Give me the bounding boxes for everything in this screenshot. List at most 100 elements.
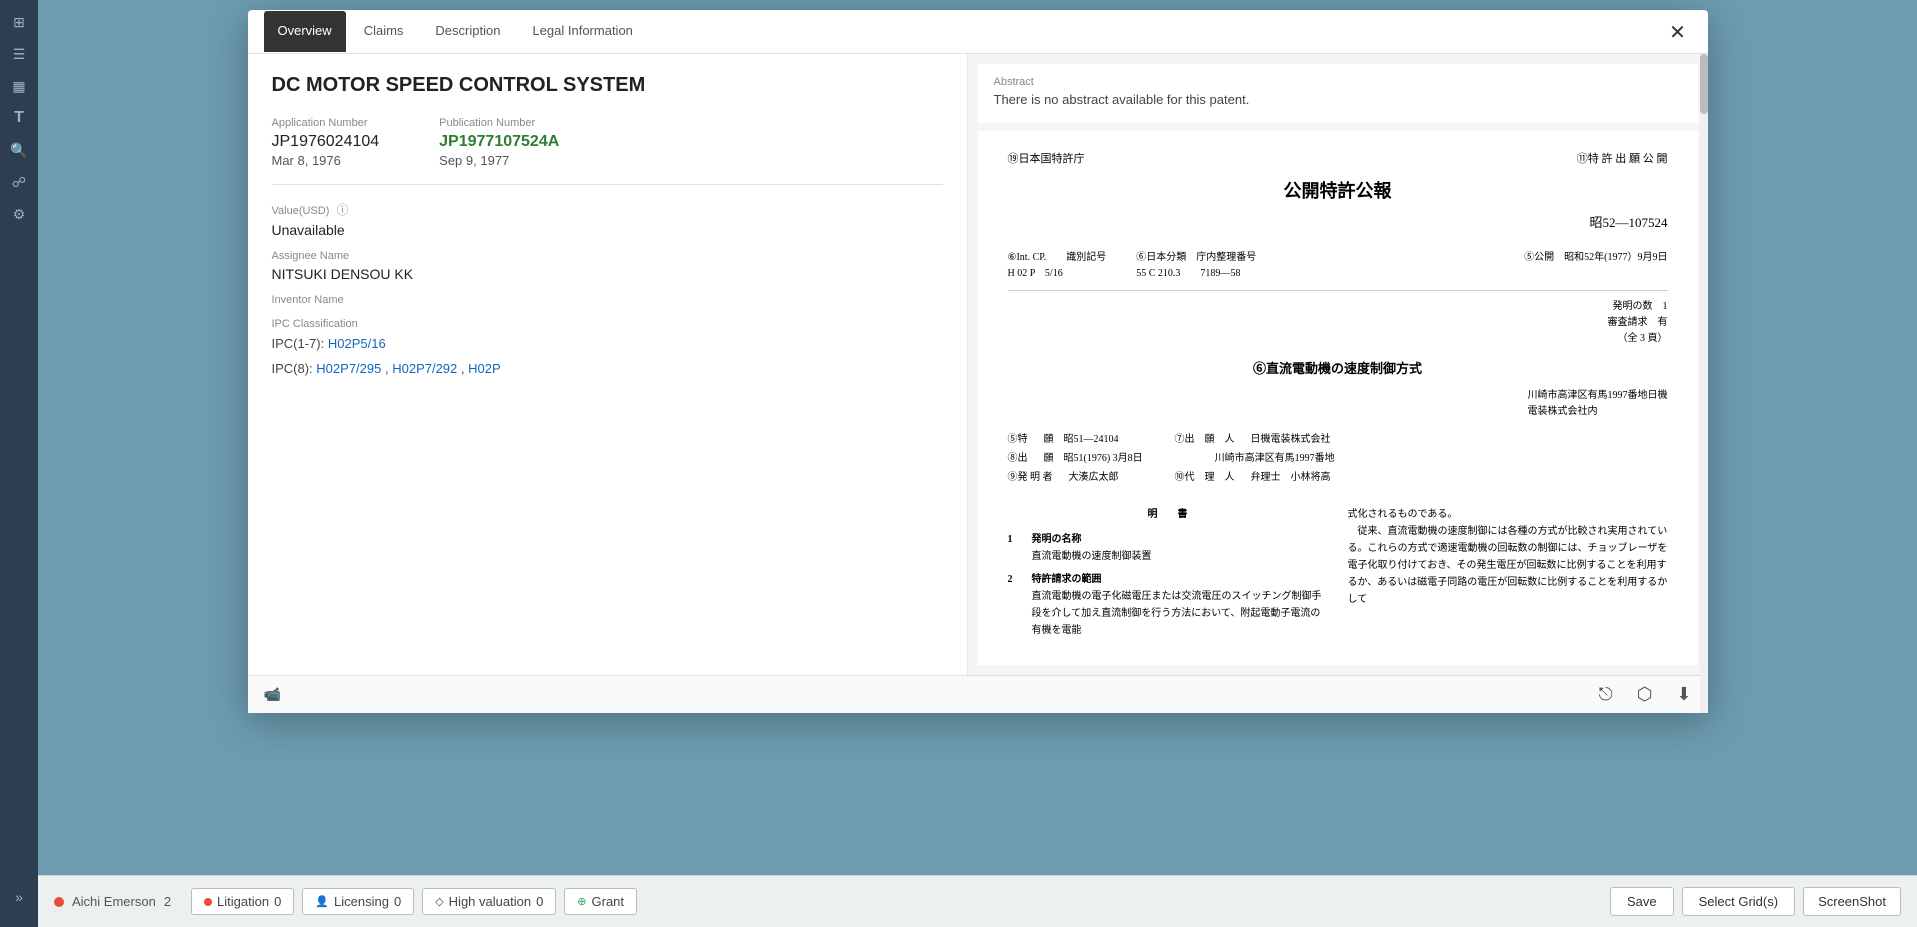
ipc8-label: IPC(8): <box>272 361 313 376</box>
inventor-field: Inventor Name <box>272 294 943 306</box>
assignee-indicator: Aichi Emerson 2 <box>54 894 171 909</box>
ipc8-link-2[interactable]: H02P7/292 <box>392 361 457 376</box>
litigation-count: 0 <box>274 894 281 909</box>
grant-tag[interactable]: ⊕ Grant <box>564 888 637 915</box>
doc-table-row-3: ⑨発 明 者大湊広太郎 ⑩代 理 人弁理士 小林将高 <box>1008 470 1668 486</box>
ipc8-link-1[interactable]: H02P7/295 <box>316 361 381 376</box>
doc-item-2: 2 特許請求の範囲 直流電動機の電子化磁電圧または交流電圧のスイッチング制御手段… <box>1008 571 1328 639</box>
scrollbar-thumb[interactable] <box>1700 54 1708 114</box>
doc-item-1: 1 発明の名称 直流電動機の速度制御装置 <box>1008 531 1328 565</box>
doc-table-row-1: ⑤特願 昭51—24104 ⑦出 願 人日機電装株式会社 <box>1008 432 1668 448</box>
list-icon[interactable]: ☰ <box>4 40 34 68</box>
grant-label: Grant <box>592 894 625 909</box>
ipc8-row: IPC(8): H02P7/295 , H02P7/292 , H02P <box>272 359 943 380</box>
assignee-label: Assignee Name <box>272 250 943 262</box>
publication-date: Sep 9, 1977 <box>439 153 559 168</box>
tab-description[interactable]: Description <box>421 11 514 52</box>
licensing-label: Licensing <box>334 894 389 909</box>
high-valuation-count: 0 <box>536 894 543 909</box>
publication-number-value[interactable]: JP1977107524A <box>439 133 559 151</box>
doc-header-left: ⑲日本国特許庁 <box>1008 151 1085 169</box>
bottom-right-buttons: Save Select Grid(s) ScreenShot <box>1610 887 1901 916</box>
more-icon[interactable]: » <box>4 883 34 911</box>
assignee-name: Aichi Emerson <box>72 894 156 909</box>
info-icon[interactable]: ⓘ <box>336 203 348 217</box>
assignee-dot <box>54 897 64 907</box>
application-number-value: JP1976024104 <box>272 133 380 151</box>
fields-row-numbers: Application Number JP1976024104 Mar 8, 1… <box>272 117 943 168</box>
doc-address: 川崎市高津区有馬1997番地日機 電装株式会社内 <box>1528 388 1668 420</box>
assignee-value: NITSUKI DENSOU KK <box>272 266 943 282</box>
patent-document: ⑲日本国特許庁 ⑪特 許 出 願 公 開 公開特許公報 昭52—107524 ⑥… <box>978 131 1698 665</box>
high-valuation-label: High valuation <box>449 894 531 909</box>
doc-main-title: 公開特許公報 <box>1008 177 1668 206</box>
chart-icon[interactable]: ▦ <box>4 72 34 100</box>
litigation-label: Litigation <box>217 894 269 909</box>
modal-header: Overview Claims Description Legal Inform… <box>248 10 1708 54</box>
footer-icons: ⎋ ⬡ ⬇ <box>1598 684 1691 705</box>
abstract-label: Abstract <box>994 76 1682 88</box>
doc-col-left: 明 書 1 発明の名称 直流電動機の速度制御装置 2 <box>1008 506 1328 645</box>
application-date: Mar 8, 1976 <box>272 153 380 168</box>
doc-body-columns: 明 書 1 発明の名称 直流電動機の速度制御装置 2 <box>1008 506 1668 645</box>
grid-icon[interactable]: ⊞ <box>4 8 34 36</box>
application-number-label: Application Number <box>272 117 380 129</box>
tab-overview[interactable]: Overview <box>264 11 346 52</box>
doc-number: 昭52—107524 <box>1008 213 1668 234</box>
licensing-count: 0 <box>394 894 401 909</box>
settings-icon[interactable]: ⚙ <box>4 200 34 228</box>
sidebar: ⊞ ☰ ▦ T 🔍 ☍ ⚙ » <box>0 0 38 927</box>
ipc1-row: IPC(1-7): H02P5/16 <box>272 334 943 355</box>
select-grids-button[interactable]: Select Grid(s) <box>1682 887 1795 916</box>
ipc8-link-3[interactable]: H02P <box>468 361 501 376</box>
download-icon[interactable]: ⬇ <box>1676 684 1691 705</box>
ipc1-label: IPC(1-7): <box>272 336 325 351</box>
litigation-dot <box>204 898 212 906</box>
publication-number-field: Publication Number JP1977107524A Sep 9, … <box>439 117 559 168</box>
modal: Overview Claims Description Legal Inform… <box>248 10 1708 713</box>
licensing-icon: 👤 <box>315 895 329 908</box>
footer-left: 📹 <box>264 686 281 703</box>
grant-icon: ⊕ <box>577 895 586 908</box>
doc-table: ⑤特願 昭51—24104 ⑦出 願 人日機電装株式会社 ⑧出願 昭51(197… <box>1008 432 1668 486</box>
close-button[interactable]: ✕ <box>1664 18 1692 46</box>
ipc-label: IPC Classification <box>272 318 943 330</box>
save-button[interactable]: Save <box>1610 887 1674 916</box>
value-label: Value(USD) ⓘ <box>272 201 943 218</box>
scrollbar-track[interactable] <box>1700 54 1708 675</box>
left-pane: DC MOTOR SPEED CONTROL SYSTEM Applicatio… <box>248 54 968 675</box>
high-valuation-icon: ◇ <box>435 895 443 908</box>
doc-meta-right: ⑤公開 昭和52年(1977）9月9日 <box>1286 250 1667 282</box>
text-icon[interactable]: T <box>4 104 34 132</box>
tab-legal-information[interactable]: Legal Information <box>518 11 646 52</box>
value-value: Unavailable <box>272 222 943 238</box>
doc-header: ⑲日本国特許庁 ⑪特 許 出 願 公 開 <box>1008 151 1668 169</box>
ipc1-link[interactable]: H02P5/16 <box>328 336 386 351</box>
assignee-field: Assignee Name NITSUKI DENSOU KK <box>272 250 943 282</box>
doc-address-block: 川崎市高津区有馬1997番地日機 電装株式会社内 <box>1008 388 1668 420</box>
doc-meta-left: ⑥Int. CP. 識別記号 H 02 P 5/16 <box>1008 250 1107 282</box>
divider-1 <box>272 184 943 185</box>
inventor-label: Inventor Name <box>272 294 943 306</box>
patent-title: DC MOTOR SPEED CONTROL SYSTEM <box>272 74 943 97</box>
doc-col-right: 式化されるものである。 従来、直流電動機の速度制御には各種の方式が比較され実用さ… <box>1348 506 1668 645</box>
doc-meta: ⑥Int. CP. 識別記号 H 02 P 5/16 ⑥日本分類 庁内整理番号 … <box>1008 250 1668 291</box>
tab-claims[interactable]: Claims <box>350 11 418 52</box>
layers-icon[interactable]: ☍ <box>4 168 34 196</box>
modal-footer: 📹 ⎋ ⬡ ⬇ <box>248 675 1708 713</box>
modal-body: DC MOTOR SPEED CONTROL SYSTEM Applicatio… <box>248 54 1708 675</box>
external-link-icon[interactable]: ⎋ <box>1598 684 1612 705</box>
litigation-tag[interactable]: Litigation 0 <box>191 888 294 915</box>
doc-table-row-2: ⑧出願 昭51(1976) 3月8日 川崎市高津区有馬1997番地 <box>1008 451 1668 467</box>
right-pane: Abstract There is no abstract available … <box>968 54 1708 675</box>
modal-backdrop: Overview Claims Description Legal Inform… <box>38 0 1917 927</box>
screenshot-button[interactable]: ScreenShot <box>1803 887 1901 916</box>
application-number-field: Application Number JP1976024104 Mar 8, 1… <box>272 117 380 168</box>
high-valuation-tag[interactable]: ◇ High valuation 0 <box>422 888 556 915</box>
licensing-tag[interactable]: 👤 Licensing 0 <box>302 888 414 915</box>
doc-section-title: ⑥直流電動機の速度制御方式 <box>1008 359 1668 380</box>
abstract-section: Abstract There is no abstract available … <box>978 64 1698 123</box>
box-icon[interactable]: ⬡ <box>1637 684 1653 705</box>
video-icon: 📹 <box>264 686 281 703</box>
search-icon[interactable]: 🔍 <box>4 136 34 164</box>
